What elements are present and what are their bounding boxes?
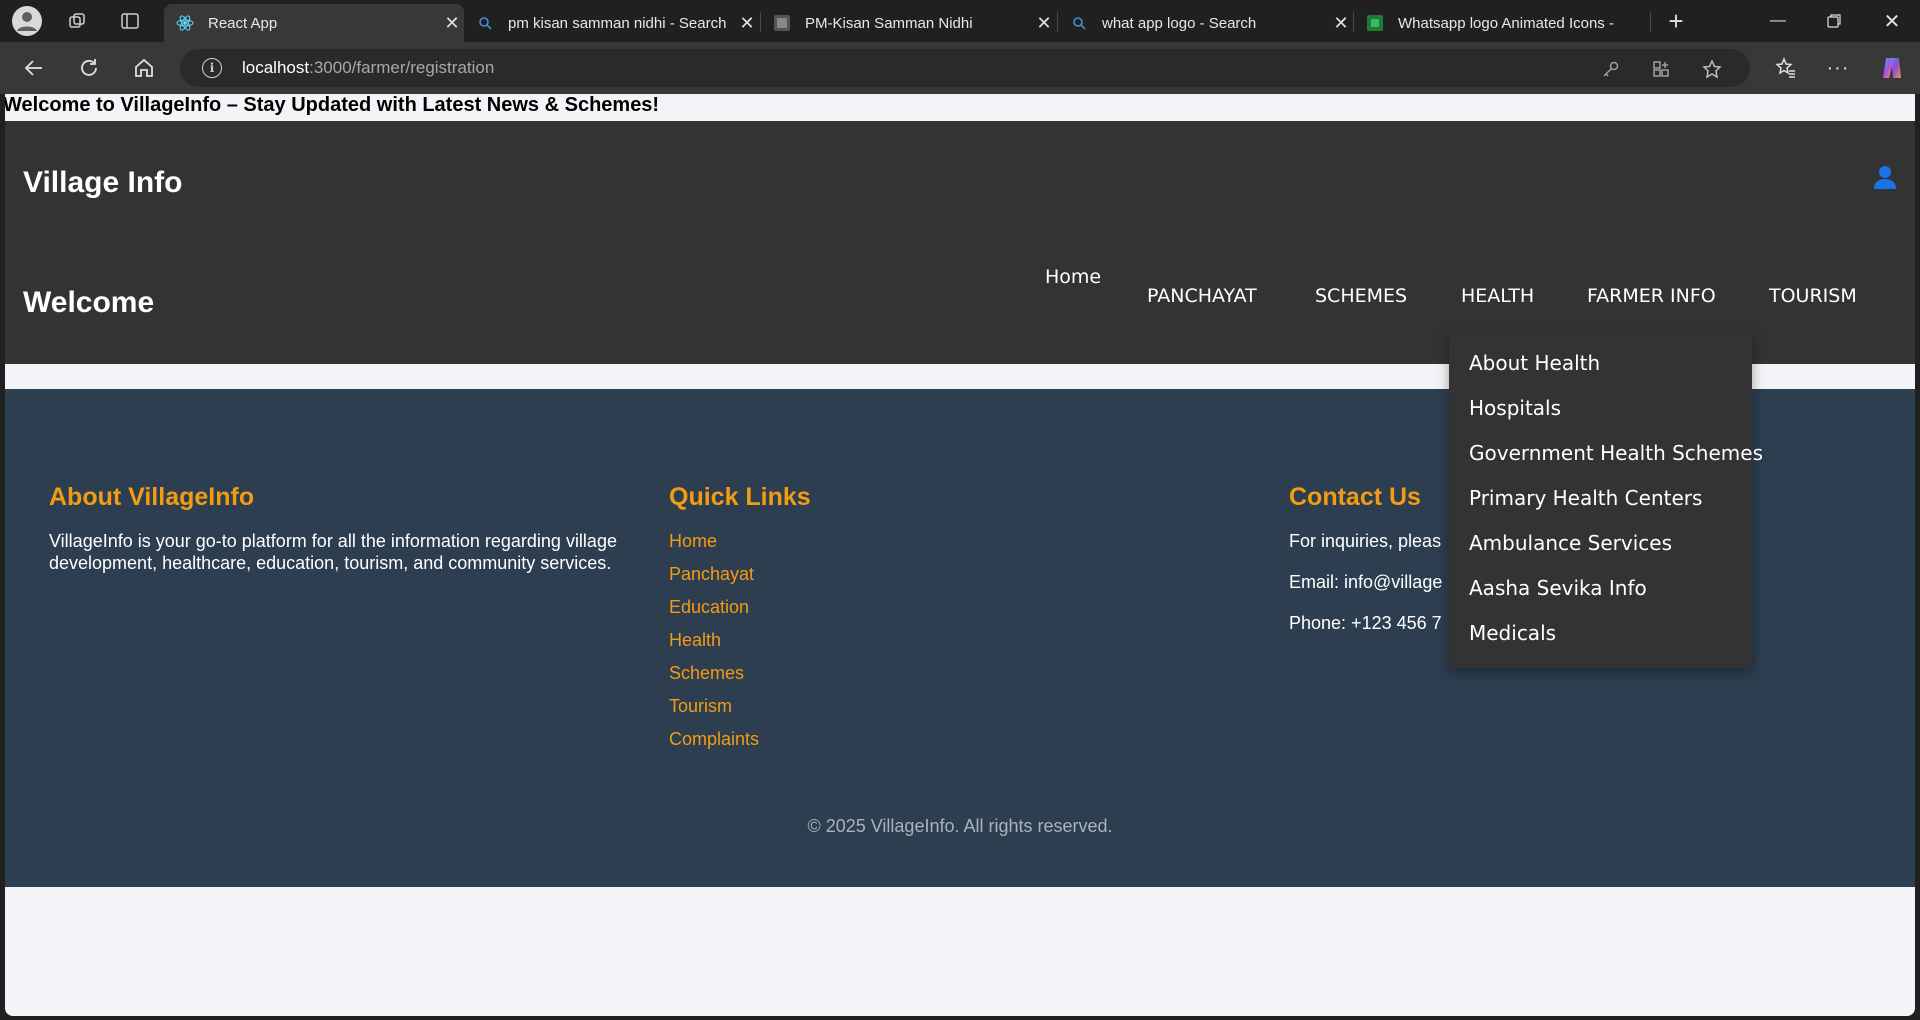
home-icon[interactable] <box>128 52 160 84</box>
address-bar[interactable]: i localhost:3000/farmer/registration <box>180 49 1750 87</box>
footer-contact: Contact Us For inquiries, pleas Email: i… <box>1289 483 1449 653</box>
nav-schemes[interactable]: SCHEMES <box>1315 285 1407 307</box>
tab-title: pm kisan samman nidhi - Search <box>508 14 727 32</box>
tab-whatsapp-search[interactable]: what app logo - Search ✕ <box>1058 4 1353 42</box>
dropdown-item-medicals[interactable]: Medicals <box>1469 621 1556 645</box>
close-tab-icon[interactable]: ✕ <box>1032 13 1056 34</box>
tab-whatsapp-icons[interactable]: Whatsapp logo Animated Icons - <box>1354 4 1649 42</box>
minimize-icon[interactable]: — <box>1750 0 1806 42</box>
apps-grid-icon[interactable] <box>1650 58 1672 80</box>
contact-inquiry-text: For inquiries, pleas <box>1289 531 1442 551</box>
nav-home[interactable]: Home <box>1045 266 1101 288</box>
more-options-icon[interactable]: ··· <box>1822 52 1854 84</box>
dropdown-item-about-health[interactable]: About Health <box>1469 351 1600 375</box>
workspaces-icon[interactable] <box>64 8 90 34</box>
main-nav: Home PANCHAYAT SCHEMES HEALTH FARMER INF… <box>5 266 1915 325</box>
password-key-icon[interactable] <box>1600 58 1622 80</box>
url-text[interactable]: localhost:3000/farmer/registration <box>242 58 494 78</box>
tab-pm-kisan-site[interactable]: PM-Kisan Samman Nidhi ✕ <box>761 4 1056 42</box>
tab-title: what app logo - Search <box>1102 14 1257 32</box>
search-icon <box>476 14 494 32</box>
tab-title: Whatsapp logo Animated Icons - <box>1398 14 1614 32</box>
site-favicon-green <box>1366 14 1384 32</box>
close-tab-icon[interactable]: ✕ <box>440 13 464 34</box>
nav-tourism[interactable]: TOURISM <box>1769 285 1857 307</box>
profile-avatar-icon[interactable] <box>12 6 42 36</box>
tab-pm-kisan-search[interactable]: pm kisan samman nidhi - Search ✕ <box>464 4 759 42</box>
refresh-icon[interactable] <box>73 52 105 84</box>
footer-link-complaints[interactable]: Complaints <box>669 728 1069 761</box>
nav-farmer-info[interactable]: FARMER INFO <box>1587 285 1716 307</box>
contact-phone: Phone: +123 456 7 <box>1289 613 1442 633</box>
address-bar-row: i localhost:3000/farmer/registration ··· <box>0 42 1920 94</box>
back-arrow-icon[interactable] <box>18 52 50 84</box>
close-tab-icon[interactable]: ✕ <box>735 13 759 34</box>
favorite-star-icon[interactable] <box>1701 58 1723 80</box>
footer-copyright: © 2025 VillageInfo. All rights reserved. <box>807 816 1113 836</box>
site-favicon <box>773 14 791 32</box>
react-icon <box>176 14 194 32</box>
tab-separator <box>1650 12 1651 32</box>
news-marquee: Welcome to VillageInfo – Stay Updated wi… <box>5 94 660 116</box>
tab-react-app[interactable]: React App ✕ <box>164 4 464 42</box>
close-window-icon[interactable]: ✕ <box>1864 0 1920 42</box>
footer-quick-links: Quick Links Home Panchayat Education Hea… <box>669 483 1069 761</box>
dropdown-item-hospitals[interactable]: Hospitals <box>1469 396 1561 420</box>
site-header: Village Info Welcome Home PANCHAYAT SCHE… <box>5 121 1915 364</box>
vertical-tabs-icon[interactable] <box>117 8 143 34</box>
footer-link-schemes[interactable]: Schemes <box>669 662 1069 695</box>
footer-about-text: VillageInfo is your go-to platform for a… <box>49 531 617 573</box>
footer-link-tourism[interactable]: Tourism <box>669 695 1069 728</box>
user-profile-icon[interactable] <box>1873 165 1897 191</box>
dropdown-item-aasha-sevika-info[interactable]: Aasha Sevika Info <box>1469 576 1647 600</box>
footer-link-health[interactable]: Health <box>669 629 1069 662</box>
dropdown-item-ambulance-services[interactable]: Ambulance Services <box>1469 531 1672 555</box>
footer-link-panchayat[interactable]: Panchayat <box>669 563 1069 596</box>
close-tab-icon[interactable]: ✕ <box>1329 13 1353 34</box>
footer-contact-heading: Contact Us <box>1289 483 1421 511</box>
tab-title: React App <box>208 14 278 32</box>
contact-email: Email: info@village <box>1289 572 1443 592</box>
new-tab-icon[interactable]: + <box>1663 6 1689 36</box>
search-icon <box>1070 14 1088 32</box>
health-dropdown-menu: About Health Hospitals Government Health… <box>1449 333 1763 668</box>
browser-tab-strip: React App ✕ pm kisan samman nidhi - Sear… <box>0 0 1920 42</box>
restore-icon[interactable] <box>1806 0 1862 42</box>
footer-link-education[interactable]: Education <box>669 596 1069 629</box>
dropdown-item-gov-health-schemes[interactable]: Government Health Schemes <box>1469 441 1763 465</box>
nav-panchayat[interactable]: PANCHAYAT <box>1147 285 1257 307</box>
favorites-icon[interactable] <box>1770 52 1802 84</box>
tab-title: PM-Kisan Samman Nidhi <box>805 14 973 32</box>
footer-about: About VillageInfo VillageInfo is your go… <box>49 483 629 574</box>
footer-link-home[interactable]: Home <box>669 530 1069 563</box>
site-brand[interactable]: Village Info <box>23 166 182 200</box>
site-info-icon[interactable]: i <box>202 58 222 78</box>
page-viewport: Welcome to VillageInfo – Stay Updated wi… <box>5 94 1915 1016</box>
footer-about-heading: About VillageInfo <box>49 483 255 511</box>
dropdown-item-primary-health-centers[interactable]: Primary Health Centers <box>1469 486 1702 510</box>
nav-health[interactable]: HEALTH <box>1461 285 1534 307</box>
footer-links-heading: Quick Links <box>669 483 811 511</box>
copilot-icon[interactable] <box>1876 52 1908 84</box>
